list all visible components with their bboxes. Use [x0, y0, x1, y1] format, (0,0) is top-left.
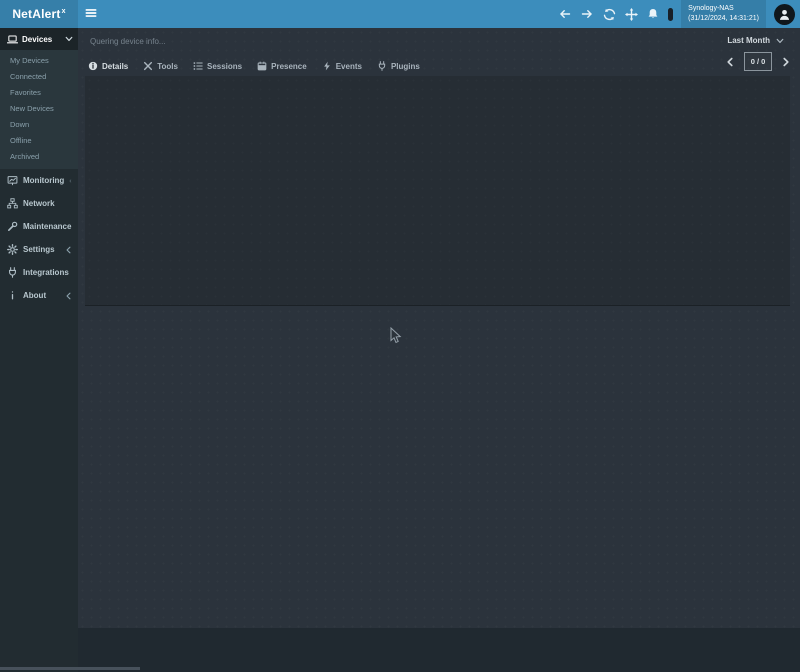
calendar-icon [257, 61, 267, 71]
sidebar-item-monitoring[interactable]: Monitoring [0, 169, 78, 192]
user-icon [778, 8, 791, 21]
brand-logo[interactable]: NetAlertx [0, 0, 78, 28]
gear-icon [7, 244, 18, 255]
chevron-down-icon [776, 37, 784, 45]
tab-sessions-label: Sessions [207, 62, 242, 71]
pagination-next-button[interactable] [780, 53, 792, 71]
info-circle-icon [88, 61, 98, 71]
plug-icon [7, 267, 18, 278]
bolt-icon [322, 61, 332, 71]
current-device-name: Synology-NAS [688, 4, 759, 15]
pagination-prev-button[interactable] [724, 53, 736, 71]
refresh-button[interactable] [602, 7, 616, 21]
sidebar-item-connected[interactable]: Connected [0, 69, 78, 85]
info-icon [7, 290, 18, 301]
sidebar-item-archived[interactable]: Archived [0, 149, 78, 165]
sidebar-item-integrations[interactable]: Integrations [0, 261, 78, 284]
sidebar-network-label: Network [23, 199, 55, 208]
sidebar-devices-label: Devices [22, 35, 52, 44]
tab-content-panel [85, 76, 790, 306]
top-navbar: NetAlertx [0, 0, 800, 28]
sidebar-item-my-devices[interactable]: My Devices [0, 53, 78, 69]
sidebar-item-about[interactable]: About [0, 284, 78, 307]
tab-details[interactable]: Details [88, 61, 128, 71]
period-selector-value: Last Month [727, 36, 770, 45]
wrench-icon [7, 221, 18, 232]
chevron-left-icon [65, 246, 72, 254]
tab-details-label: Details [102, 62, 128, 71]
pagination: 0 / 0 [724, 52, 792, 71]
sitemap-icon [7, 198, 18, 209]
plug-icon [377, 61, 387, 71]
chevron-left-icon [65, 292, 72, 300]
chevron-right-icon [782, 57, 790, 67]
sidebar-item-offline[interactable]: Offline [0, 133, 78, 149]
tab-tools-label: Tools [157, 62, 178, 71]
chevron-left-icon [726, 57, 734, 67]
sidebar-item-network[interactable]: Network [0, 192, 78, 215]
nav-forward-button[interactable] [580, 7, 594, 21]
chart-icon [7, 175, 18, 186]
nav-back-button[interactable] [558, 7, 572, 21]
sidebar-item-devices[interactable]: Devices [0, 28, 78, 50]
tab-plugins[interactable]: Plugins [377, 61, 420, 71]
sidebar-item-maintenance[interactable]: Maintenance [0, 215, 78, 238]
sidebar-item-down[interactable]: Down [0, 117, 78, 133]
tab-presence-label: Presence [271, 62, 307, 71]
brand-sup: x [62, 8, 66, 15]
period-selector[interactable]: Last Month [727, 36, 784, 45]
device-tabs: Details Tools Ses [88, 56, 420, 76]
current-device-timestamp: (31/12/2024, 14:31:21) [688, 14, 759, 25]
netalertx-app: NetAlertx [0, 0, 800, 672]
arrow-left-icon [559, 8, 571, 20]
move-icon [625, 8, 638, 21]
sidebar-integrations-label: Integrations [23, 268, 69, 277]
chevron-left-icon [69, 177, 72, 185]
fullscreen-move-button[interactable] [624, 7, 638, 21]
pagination-counter: 0 / 0 [744, 52, 772, 71]
user-avatar[interactable] [774, 4, 795, 25]
current-device-button[interactable]: Synology-NAS (31/12/2024, 14:31:21) [681, 0, 766, 28]
laptop-icon [7, 34, 18, 45]
tab-events-label: Events [336, 62, 362, 71]
bell-icon [647, 8, 659, 20]
sidebar: Devices My Devices Connected Favorites N… [0, 28, 78, 672]
tab-plugins-label: Plugins [391, 62, 420, 71]
notifications-button[interactable] [646, 7, 660, 21]
sidebar-item-favorites[interactable]: Favorites [0, 85, 78, 101]
sidebar-item-settings[interactable]: Settings [0, 238, 78, 261]
arrow-right-icon [581, 8, 593, 20]
horizontal-scrollbar-thumb[interactable] [0, 667, 140, 670]
chevron-down-icon [65, 35, 73, 43]
device-query-input[interactable] [90, 33, 410, 49]
sidebar-settings-label: Settings [23, 245, 55, 254]
tab-presence[interactable]: Presence [257, 61, 307, 71]
content-area: Last Month Details Tools [78, 28, 800, 628]
sidebar-toggle-button[interactable] [84, 6, 102, 22]
list-icon [193, 61, 203, 71]
devices-submenu: My Devices Connected Favorites New Devic… [0, 50, 78, 169]
sidebar-maintenance-label: Maintenance [23, 222, 71, 231]
navbar-divider-pill [668, 8, 673, 21]
tab-tools[interactable]: Tools [143, 61, 178, 71]
sidebar-item-new-devices[interactable]: New Devices [0, 101, 78, 117]
tab-sessions[interactable]: Sessions [193, 61, 242, 71]
hamburger-icon [84, 6, 98, 20]
brand-name: NetAlert [12, 7, 60, 21]
tab-events[interactable]: Events [322, 61, 362, 71]
sidebar-monitoring-label: Monitoring [23, 176, 64, 185]
navbar-controls: Synology-NAS (31/12/2024, 14:31:21) [558, 0, 795, 28]
screwdriver-wrench-icon [143, 61, 153, 71]
sync-icon [603, 8, 616, 21]
sidebar-about-label: About [23, 291, 46, 300]
